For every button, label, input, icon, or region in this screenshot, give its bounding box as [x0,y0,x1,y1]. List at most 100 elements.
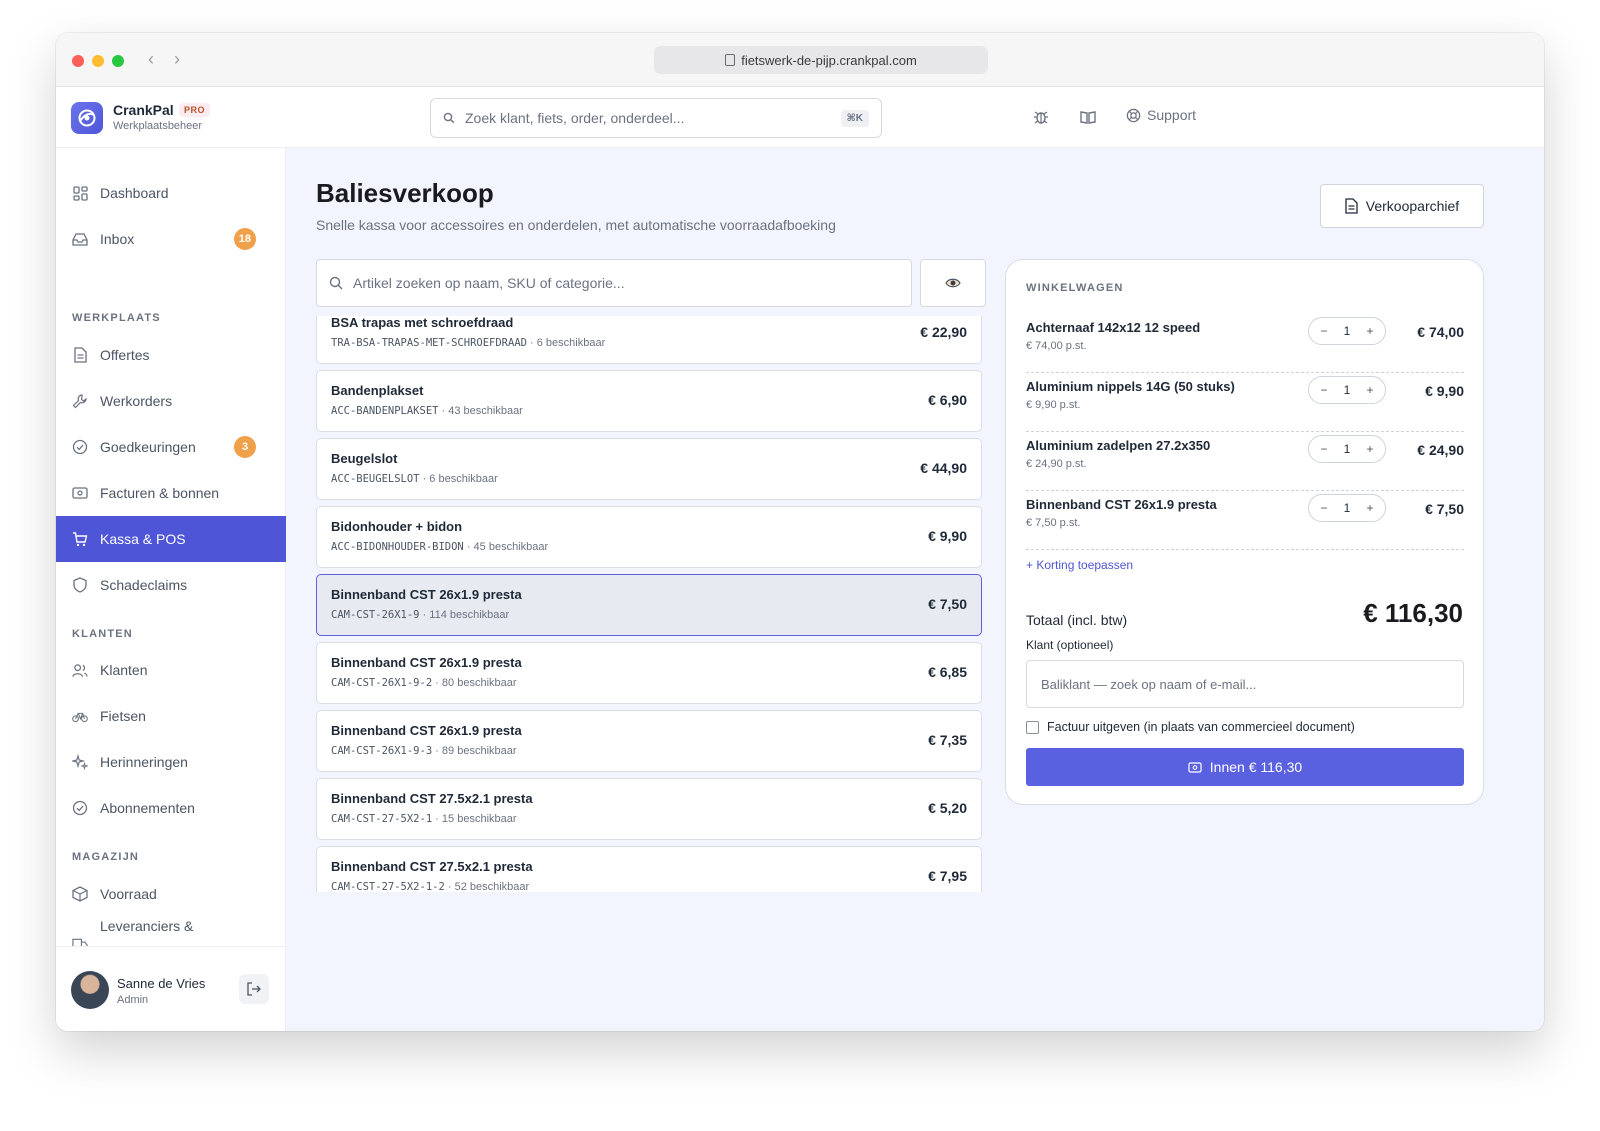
product-stock: · 52 beschikbaar [444,881,530,892]
search-icon [443,112,455,124]
apply-discount-link[interactable]: + Korting toepassen [1026,558,1133,572]
increase-quantity-button[interactable]: + [1363,324,1377,338]
product-sku: CAM-CST-26X1-9-2 [331,677,433,689]
collect-payment-button[interactable]: Innen € 116,30 [1026,748,1464,786]
avatar[interactable] [71,971,109,1009]
app-name: CrankPal [113,102,174,118]
decrease-quantity-button[interactable]: − [1317,501,1331,515]
sidebar-item-label: Voorraad [100,886,157,902]
logout-button[interactable] [239,974,269,1004]
product-stock: · 114 beschikbaar [419,609,510,621]
product-sku: TRA-BSA-TRAPAS-MET-SCHROEFDRAAD [331,337,527,349]
increase-quantity-button[interactable]: + [1363,501,1377,515]
product-name: Binnenband CST 26x1.9 presta [331,655,522,670]
back-arrow-icon[interactable]: ‹ [148,49,154,70]
product-item[interactable]: Beugelslot ACC-BEUGELSLOT · 6 beschikbaa… [316,438,982,500]
product-name: Binnenband CST 27.5x2.1 presta [331,859,533,874]
global-search-input[interactable]: Zoek klant, fiets, order, onderdeel... ⌘… [430,98,882,138]
sidebar-item-dashboard[interactable]: Dashboard [56,170,286,216]
cart-item-unit-price: € 9,90 p.st. [1026,399,1081,411]
product-stock: · 89 beschikbaar [432,745,517,757]
address-bar[interactable]: fietswerk-de-pijp.crankpal.com [654,46,988,74]
minimize-window-button[interactable] [92,55,104,67]
decrease-quantity-button[interactable]: − [1317,442,1331,456]
product-item[interactable]: BSA trapas met schroefdraad TRA-BSA-TRAP… [316,316,982,364]
quantity-value[interactable]: 1 [1344,324,1351,338]
quantity-value[interactable]: 1 [1344,383,1351,397]
support-label: Support [1147,107,1197,123]
cart-item: Binnenband CST 26x1.9 presta € 7,50 p.st… [1026,491,1464,550]
quantity-stepper: − 1 + [1308,376,1386,404]
users-icon [72,662,88,678]
sidebar-item-kassa[interactable]: Kassa & POS [56,516,286,562]
forward-arrow-icon[interactable]: › [174,49,180,70]
sidebar-item-schadeclaims[interactable]: Schadeclaims [56,562,286,608]
product-sku: ACC-BEUGELSLOT [331,473,420,485]
sidebar-item-inbox[interactable]: Inbox 18 [56,216,286,262]
cart-item: Achternaaf 142x12 12 speed € 74,00 p.st.… [1026,314,1464,373]
sidebar-item-voorraad[interactable]: Voorraad [56,871,286,917]
customer-search-input[interactable]: Baliklant — zoek op naam of e-mail... [1026,660,1464,708]
sidebar-item-herinneringen[interactable]: Herinneringen [56,739,286,785]
sidebar-item-werkorders[interactable]: Werkorders [56,378,286,424]
shopping-cart-icon [72,531,88,547]
issue-invoice-checkbox[interactable] [1026,720,1039,734]
close-window-button[interactable] [72,55,84,67]
cart-panel: WINKELWAGEN Achternaaf 142x12 12 speed €… [1005,259,1484,805]
sidebar-item-label: Abonnementen [100,800,195,816]
sidebar-item-facturen[interactable]: Facturen & bonnen [56,470,286,516]
section-heading-klanten: KLANTEN [72,628,133,640]
product-meta: TRA-BSA-TRAPAS-MET-SCHROEFDRAAD · 6 besc… [331,337,605,349]
eye-icon [945,278,961,288]
search-icon [329,276,343,290]
product-item[interactable]: Binnenband CST 26x1.9 presta CAM-CST-26X… [316,642,982,704]
sidebar-item-fietsen[interactable]: Fietsen [56,693,286,739]
app-header: CrankPal PRO Werkplaatsbeheer Zoek klant… [56,87,1544,148]
shield-icon [72,577,88,593]
wrench-icon [72,393,88,409]
zoom-window-button[interactable] [112,55,124,67]
product-item-selected[interactable]: Binnenband CST 26x1.9 presta CAM-CST-26X… [316,574,982,636]
document-icon [1345,198,1358,214]
toggle-visibility-button[interactable] [920,259,986,307]
decrease-quantity-button[interactable]: − [1317,383,1331,397]
product-item[interactable]: Binnenband CST 27.5x2.1 presta CAM-CST-2… [316,778,982,840]
increase-quantity-button[interactable]: + [1363,442,1377,456]
issue-invoice-option[interactable]: Factuur uitgeven (in plaats van commerci… [1026,720,1355,734]
product-item[interactable]: Bandenplakset ACC-BANDENPLAKSET · 43 bes… [316,370,982,432]
global-search-placeholder: Zoek klant, fiets, order, onderdeel... [465,110,685,126]
book-icon[interactable] [1078,107,1098,127]
product-item[interactable]: Binnenband CST 26x1.9 presta CAM-CST-26X… [316,710,982,772]
article-search-input[interactable]: Artikel zoeken op naam, SKU of categorie… [316,259,912,307]
bug-icon[interactable] [1031,107,1051,127]
quantity-value[interactable]: 1 [1344,442,1351,456]
crankpal-logo[interactable] [71,102,103,134]
product-price: € 44,90 [920,460,967,476]
product-meta: CAM-CST-27-5X2-1 · 15 beschikbaar [331,813,517,825]
sidebar-item-label: Offertes [100,347,150,363]
banknote-icon [72,485,88,501]
quantity-stepper: − 1 + [1308,435,1386,463]
cart-item-name: Aluminium nippels 14G (50 stuks) [1026,379,1235,394]
sidebar-item-goedkeuringen[interactable]: Goedkeuringen 3 [56,424,286,470]
product-meta: CAM-CST-26X1-9 · 114 beschikbaar [331,609,509,621]
product-item[interactable]: Bidonhouder + bidon ACC-BIDONHOUDER-BIDO… [316,506,982,568]
sidebar-item-abonnementen[interactable]: Abonnementen [56,785,286,831]
support-button[interactable]: Support [1126,107,1196,123]
pro-badge: PRO [179,103,211,117]
increase-quantity-button[interactable]: + [1363,383,1377,397]
sidebar-item-label: Fietsen [100,708,146,724]
product-stock: · 6 beschikbaar [419,473,498,485]
quantity-stepper: − 1 + [1308,494,1386,522]
sales-archive-button[interactable]: Verkooparchief [1320,184,1484,228]
cart-item: Aluminium zadelpen 27.2x350 € 24,90 p.st… [1026,432,1464,491]
decrease-quantity-button[interactable]: − [1317,324,1331,338]
sidebar-item-offertes[interactable]: Offertes [56,332,286,378]
page-title: Baliesverkoop [316,178,494,208]
product-item[interactable]: Binnenband CST 27.5x2.1 presta CAM-CST-2… [316,846,982,892]
product-name: Binnenband CST 26x1.9 presta [331,587,522,602]
quantity-value[interactable]: 1 [1344,501,1351,515]
sidebar-item-klanten[interactable]: Klanten [56,647,286,693]
product-meta: CAM-CST-26X1-9-2 · 80 beschikbaar [331,677,517,689]
product-sku: CAM-CST-27-5X2-1 [331,813,433,825]
